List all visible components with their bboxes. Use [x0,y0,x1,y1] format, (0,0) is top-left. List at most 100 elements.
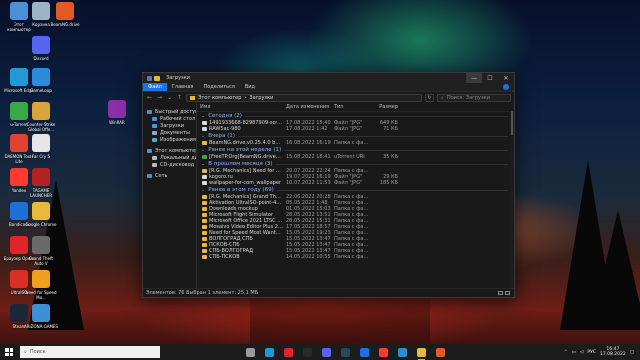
large-icons-view-icon[interactable] [505,290,510,295]
taskbar-explorer-icon[interactable] [417,347,426,360]
help-icon[interactable] [503,84,509,90]
app-icon [32,304,50,322]
desktop-icon[interactable]: Discord [24,36,58,61]
breadcrumb-current[interactable]: Загрузки [249,95,273,101]
taskbar-bandicam-icon[interactable] [360,347,369,357]
sidebar-item-label: Этот компьютер [155,147,197,154]
folder-icon [152,123,157,128]
file-icon [202,207,207,211]
address-toolbar: ← → ⌄ ↑ Этот компьютер › Загрузки ↻ ⌕ По… [143,92,514,103]
breadcrumb-root[interactable]: Этот компьютер [198,95,241,101]
app-icon [32,236,50,254]
scrollbar-thumb[interactable] [511,111,513,135]
tab-home[interactable]: Главная [167,83,199,91]
folder-icon [152,162,157,167]
sidebar-item[interactable]: CD-дисковод (D:) [143,161,196,168]
desktop-icon[interactable]: WinRAR [100,100,134,125]
tab-view[interactable]: Вид [240,83,260,91]
group-label: Ранее в этом году (69) [208,187,274,193]
tab-file[interactable]: Файл [143,83,167,91]
group-header[interactable]: ⌄ Ранее в этом году (69) [197,186,514,194]
chevron-down-icon[interactable]: ⌄ [201,161,205,167]
file-name: СПБ-ПСКОВ [209,254,240,260]
group-header[interactable]: ⌄ Ранее на этой неделе (1) [197,146,514,154]
chevron-down-icon[interactable]: ⌄ [201,187,205,193]
refresh-icon[interactable]: ↻ [425,93,434,102]
desktop-icon-label: ARIZONA GAMES [24,324,58,329]
taskbar-epic-icon[interactable] [303,347,312,357]
desktop-icon[interactable]: Grand Theft Auto V [24,236,58,266]
chevron-down-icon[interactable]: ⌄ [201,147,205,153]
title-bar[interactable]: Загрузки — ☐ ✕ [143,73,514,83]
quick-access-properties-icon[interactable] [147,75,152,81]
group-label: В прошлом месяце (3) [208,161,273,167]
window-title: Загрузки [166,75,190,81]
up-arrow-icon[interactable]: ↑ [176,94,183,101]
sidebar-item[interactable]: Сеть [143,172,196,179]
desktop-icon[interactable]: Counter-Strike Global Offe... [24,102,58,132]
desktop-icon[interactable]: GameLoop [24,68,58,93]
column-header-date[interactable]: Дата изменения [283,104,331,110]
taskbar-search-input[interactable]: ⌕ Поиск [20,346,160,358]
clock[interactable]: 16:47 17.08.2022 [600,347,626,357]
taskbar-edge-icon[interactable] [265,347,274,357]
chevron-down-icon[interactable]: ⌄ [201,113,205,119]
chevron-down-icon[interactable]: ⌄ [201,133,205,139]
column-header-size[interactable]: Размер [371,104,401,110]
group-label: Ранее на этой неделе (1) [208,147,282,153]
close-button[interactable]: ✕ [498,73,514,83]
taskbar-steam-icon[interactable] [341,347,350,357]
notifications-icon[interactable]: ▢ [630,350,634,355]
taskbar-beamng-icon[interactable] [436,347,445,357]
file-row[interactable]: СПБ-ПСКОВ 14.05.2022 10:55Папка с файлами [197,254,514,260]
desktop-icon-label: Need for Speed Mo... [25,290,57,300]
maximize-button[interactable]: ☐ [482,73,498,83]
system-tray: ⌃ ▭ ◁ РУС 16:47 17.08.2022 ▢ [564,347,640,357]
group-header[interactable]: ⌄ Сегодня (2) [197,112,514,120]
desktop-icon[interactable]: Need for Speed Mo... [24,270,58,300]
chevron-down-icon[interactable]: ⌄ [166,94,173,101]
desktop-icon[interactable]: BeamNG.drive [48,2,82,27]
search-input[interactable]: ⌕ Поиск: Загрузки [437,93,511,102]
taskbar-yandex-icon[interactable] [379,347,388,357]
address-bar[interactable]: Этот компьютер › Загрузки [186,93,422,102]
volume-icon[interactable]: ◁ [580,350,583,355]
file-name-cell: RAW5ac-980 [197,126,283,132]
back-arrow-icon[interactable]: ← [146,94,153,101]
sidebar-item[interactable]: Рабочий стол [143,115,196,122]
column-header-type[interactable]: Тип [331,104,371,110]
desktop-icon[interactable]: Google Chrome [24,202,58,227]
language-indicator[interactable]: РУС [587,350,596,355]
taskbar-task-view-icon[interactable] [246,347,255,357]
wallpaper-tree [590,210,640,330]
column-header-name[interactable]: Имя [197,104,283,110]
app-icon [32,134,50,152]
sidebar-item[interactable]: Локальный диск [143,154,196,161]
sidebar-item[interactable]: Этот компьютер [143,147,196,154]
desktop-icon[interactable]: TAGAME LAUNCHER [24,168,58,198]
minimize-button[interactable]: — [466,73,482,83]
desktop-icon[interactable]: ARIZONA GAMES [24,304,58,329]
group-header[interactable]: ⌄ Вчера (1) [197,132,514,140]
sidebar-item[interactable]: Загрузки [143,122,196,129]
app-icon [32,68,50,86]
tab-share[interactable]: Поделиться [198,83,239,91]
group-divider [284,149,508,151]
forward-arrow-icon[interactable]: → [156,94,163,101]
file-name: [FreeTP.Org]BeamNG.drive_v0.25.4.0_by_..… [209,154,283,160]
sidebar-item[interactable]: Быстрый доступ [143,108,196,115]
vertical-scrollbar[interactable] [510,103,514,288]
sidebar-item[interactable]: Изображения [143,136,196,143]
desktop-icon[interactable]: Far Cry 5 [24,134,58,159]
start-button[interactable] [0,344,18,360]
taskbar-discord-icon[interactable] [322,347,331,357]
app-icon [56,2,74,20]
file-name: wallpaper-for-com_wallpaper [209,180,281,186]
network-icon[interactable]: ▭ [572,350,576,355]
sidebar-item[interactable]: Документы [143,129,196,136]
details-view-icon[interactable] [498,290,503,295]
taskbar-gameloop-icon[interactable] [398,347,407,357]
taskbar-opera-icon[interactable] [284,347,293,357]
chevron-up-icon[interactable]: ⌃ [564,350,568,355]
group-header[interactable]: ⌄ В прошлом месяце (3) [197,160,514,168]
